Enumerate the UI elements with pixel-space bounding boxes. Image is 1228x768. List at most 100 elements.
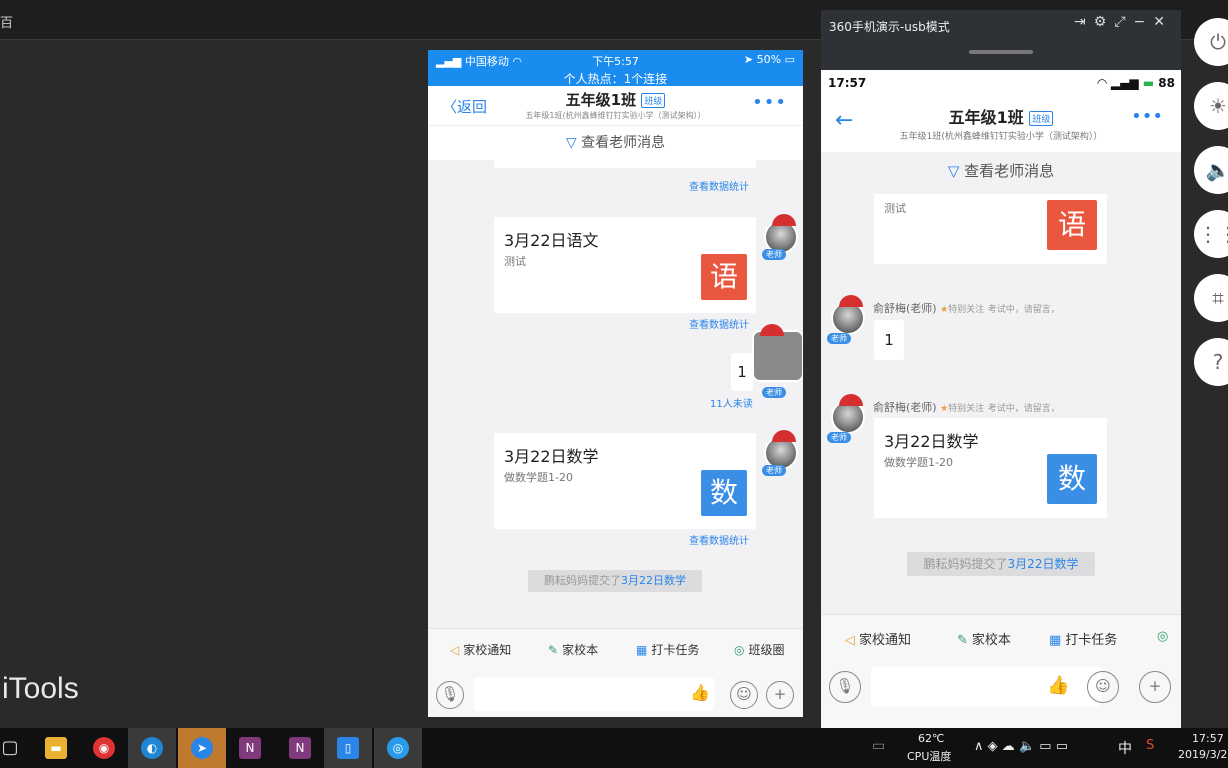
sender-name: 俞舒梅(老师): [873, 401, 937, 414]
teacher-avatar[interactable]: [831, 394, 865, 434]
teacher-avatar[interactable]: [831, 295, 865, 335]
help-icon[interactable]: ?: [1194, 338, 1228, 386]
drag-handle[interactable]: [969, 50, 1033, 54]
tool-checkin-task[interactable]: ▦ 打卡任务: [636, 641, 699, 658]
plus-icon[interactable]: +: [1139, 671, 1171, 703]
teacher-tag: 老师: [827, 432, 851, 443]
sender-line: 俞舒梅(老师) ★特别关注 考试中，请留言，: [873, 300, 1060, 316]
tool-home-school-book[interactable]: ✎ 家校本: [957, 629, 1011, 648]
emoji-icon[interactable]: ☺: [730, 681, 758, 709]
message-card[interactable]: 3月22日语文 测试 语: [494, 217, 756, 313]
android-time: 17:57: [828, 76, 867, 90]
clock-date[interactable]: 2019/3/2: [1178, 748, 1227, 761]
close-icon[interactable]: ✕: [1153, 14, 1173, 30]
battery-icon: ▭: [784, 53, 795, 66]
chrome-icon[interactable]: ◉: [80, 728, 128, 768]
calendar-icon: ▦: [636, 643, 648, 657]
view-teacher-messages-button[interactable]: ▽ 查看老师消息: [821, 152, 1181, 190]
more-icon[interactable]: •••: [1131, 106, 1163, 127]
stats-link[interactable]: 查看数据统计: [689, 178, 749, 193]
tool-label: 打卡任务: [651, 643, 700, 657]
sogou-icon[interactable]: S: [1146, 738, 1154, 753]
crop-icon[interactable]: ⌗: [1194, 274, 1228, 322]
message-card-partial[interactable]: [494, 160, 756, 168]
chevron-up-icon[interactable]: ∧: [974, 739, 984, 754]
tool-home-school-notice[interactable]: ◁ 家校通知: [845, 629, 911, 648]
keypad-icon[interactable]: ⋮⋮: [1194, 210, 1228, 258]
teacher-tag: 老师: [762, 249, 786, 260]
display-icon[interactable]: ▭: [1056, 739, 1068, 754]
file-explorer-icon[interactable]: ▬: [32, 728, 80, 768]
chat-title-text: 五年级1班: [565, 91, 637, 109]
filter-icon: ▽: [947, 162, 960, 180]
network-icon[interactable]: ▭: [1039, 739, 1051, 754]
speaker-icon[interactable]: 🔈: [1019, 739, 1035, 754]
more-icon[interactable]: •••: [752, 92, 787, 113]
pin-icon[interactable]: ⇥: [1074, 14, 1094, 30]
teacher-avatar-enlarged[interactable]: [752, 324, 803, 382]
message-title: 3月22日数学: [504, 447, 599, 466]
sender-status: 考试中，请留言，: [987, 404, 1060, 414]
screen-icon[interactable]: ▭: [872, 738, 885, 754]
system-message-text: 鹏耘妈妈提交了: [923, 557, 1008, 571]
class-badge: 班级: [641, 93, 666, 108]
message-bubble[interactable]: 1: [731, 353, 753, 391]
sender-name: 俞舒梅(老师): [873, 302, 937, 315]
minimize-icon[interactable]: −: [1134, 14, 1154, 30]
onenote-icon[interactable]: N: [226, 728, 274, 768]
fullscreen-icon[interactable]: ⤢: [1114, 14, 1133, 30]
microphone-icon[interactable]: 🎙: [829, 671, 861, 703]
itools-logo: iTools: [2, 672, 79, 705]
message-card[interactable]: 3月22日数学 做数学题1-20 数: [494, 433, 756, 529]
cloud-icon[interactable]: ☁: [1002, 739, 1015, 754]
edit-icon: ✎: [957, 633, 968, 648]
thumbs-up-icon[interactable]: 👍: [1047, 675, 1069, 696]
clock-time[interactable]: 17:57: [1192, 732, 1224, 745]
system-message-link[interactable]: 3月22日数学: [621, 574, 686, 587]
volume-icon[interactable]: 🔈: [1194, 146, 1228, 194]
dingtalk-icon[interactable]: ➤: [178, 728, 226, 768]
tool-class-circle[interactable]: ◎: [1157, 629, 1172, 644]
message-card-partial[interactable]: 测试 语: [874, 194, 1107, 264]
tray-icons[interactable]: ∧ ◈ ☁ 🔈 ▭ ▭: [974, 739, 1068, 754]
chat-title-text: 五年级1班: [948, 108, 1024, 127]
system-message: 鹏耘妈妈提交了3月22日数学: [907, 552, 1095, 576]
system-message-link[interactable]: 3月22日数学: [1008, 557, 1079, 571]
chat-subtitle: 五年级1班(杭州鑫蜂维钉钉实验小学（测试架构））: [525, 111, 706, 120]
tool-class-circle[interactable]: ◎ 班级圈: [734, 641, 785, 658]
chat-area: 查看数据统计 3月22日语文 测试 语 老师 查看数据统计 1 老师 11人未读…: [428, 160, 803, 630]
tool-label: 家校本: [562, 643, 599, 657]
shield-icon[interactable]: ◈: [988, 739, 998, 754]
chat-area: 测试 语 老师 俞舒梅(老师) ★特别关注 考试中，请留言， 1 老师 俞舒梅(…: [821, 190, 1181, 610]
phone-mirror-icon[interactable]: ▯: [324, 728, 372, 768]
message-card[interactable]: 3月22日数学 做数学题1-20 数: [874, 418, 1107, 518]
filter-label: 查看老师消息: [964, 162, 1055, 180]
stats-link[interactable]: 查看数据统计: [689, 316, 749, 331]
hotspot-banner[interactable]: 个人热点：1个连接: [428, 70, 803, 87]
thumbs-up-icon[interactable]: 👍: [690, 683, 710, 702]
battery-label: ➤ 50% ▭: [744, 53, 795, 66]
view-teacher-messages-button[interactable]: ▽ 查看老师消息: [428, 126, 803, 160]
browser-icon[interactable]: ◐: [128, 728, 176, 768]
emoji-icon[interactable]: ☺: [1087, 671, 1119, 703]
plus-icon[interactable]: +: [766, 681, 794, 709]
tool-home-school-notice[interactable]: ◁ 家校通知: [450, 641, 511, 658]
ime-indicator[interactable]: 中: [1118, 738, 1132, 758]
tool-label: 家校通知: [859, 633, 912, 648]
unread-count[interactable]: 11人未读: [710, 395, 753, 410]
battery-level: 88: [1158, 76, 1175, 90]
settings-icon[interactable]: ⚙: [1094, 14, 1115, 30]
microphone-icon[interactable]: 🎙: [436, 681, 464, 709]
tool-home-school-book[interactable]: ✎ 家校本: [548, 641, 598, 658]
stats-link[interactable]: 查看数据统计: [689, 532, 749, 547]
task-view-icon[interactable]: ▢: [0, 728, 34, 768]
onenote-alt-icon[interactable]: N: [276, 728, 324, 768]
tool-checkin-task[interactable]: ▦ 打卡任务: [1049, 629, 1117, 648]
brightness-icon[interactable]: ☀: [1194, 82, 1228, 130]
bottom-toolbar: ◁ 家校通知 ✎ 家校本 ▦ 打卡任务 ◎ 🎙 👍 ☺ +: [821, 614, 1181, 728]
system-message-text: 鹏耘妈妈提交了: [544, 574, 621, 587]
power-icon[interactable]: ⏻: [1194, 18, 1228, 66]
itools-icon[interactable]: ◎: [374, 728, 422, 768]
message-bubble[interactable]: 1: [874, 320, 904, 360]
message-input[interactable]: [474, 677, 714, 711]
